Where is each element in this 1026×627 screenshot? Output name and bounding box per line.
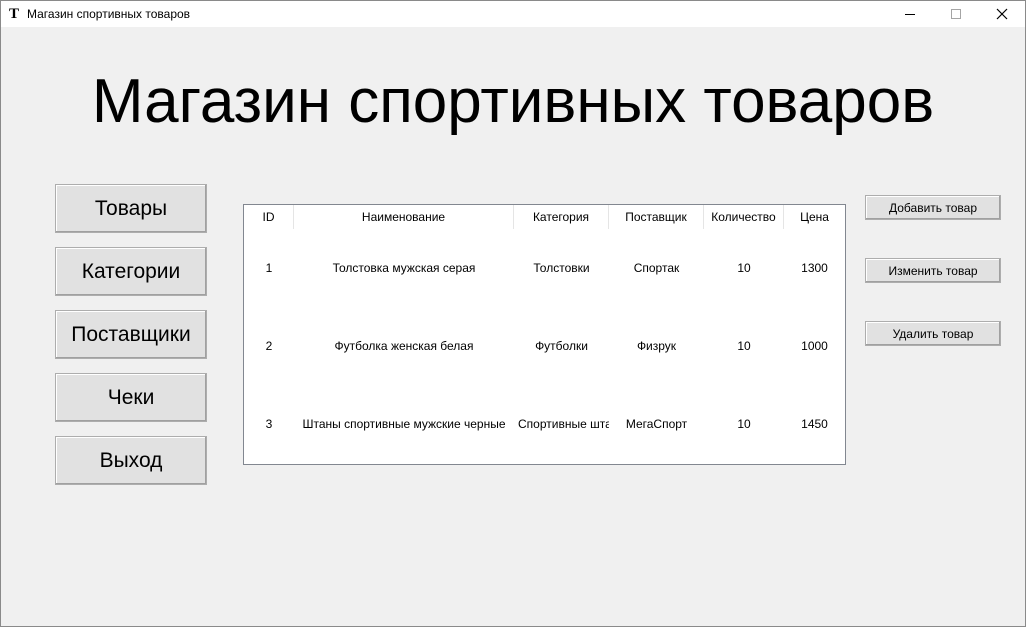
- minimize-icon: [905, 14, 915, 15]
- nav-button-products[interactable]: Товары: [55, 184, 207, 233]
- edit-product-button[interactable]: Изменить товар: [865, 258, 1001, 283]
- app-icon: T: [8, 5, 19, 22]
- cell-quantity: 10: [737, 417, 751, 431]
- column-header-price[interactable]: Цена: [784, 205, 845, 229]
- cell-price: 1000: [801, 339, 828, 353]
- window-controls: [887, 1, 1025, 27]
- maximize-button[interactable]: [933, 1, 979, 27]
- minimize-button[interactable]: [887, 1, 933, 27]
- cell-supplier: МегаСпорт: [625, 417, 688, 431]
- window-title: Магазин спортивных товаров: [27, 7, 191, 21]
- cell-name: Штаны спортивные мужские черные: [302, 417, 506, 431]
- close-button[interactable]: [979, 1, 1025, 27]
- nav-button-suppliers[interactable]: Поставщики: [55, 310, 207, 359]
- cell-category: Толстовки: [533, 261, 590, 275]
- title-bar[interactable]: T Магазин спортивных товаров: [1, 1, 1025, 27]
- add-product-button[interactable]: Добавить товар: [865, 195, 1001, 220]
- cell-id: 2: [265, 339, 273, 353]
- cell-category: Спортивные штаны: [518, 417, 609, 431]
- cell-price: 1300: [801, 261, 828, 275]
- table-row[interactable]: 3 Штаны спортивные мужские черные Спорти…: [244, 412, 845, 436]
- cell-id: 3: [265, 417, 273, 431]
- close-icon: [996, 8, 1008, 20]
- cell-supplier: Физрук: [636, 339, 677, 353]
- delete-product-button[interactable]: Удалить товар: [865, 321, 1001, 346]
- app-window: T Магазин спортивных товаров Магазин спо…: [0, 0, 1026, 627]
- cell-name: Футболка женская белая: [334, 339, 474, 353]
- table-row[interactable]: 2 Футболка женская белая Футболки Физрук…: [244, 334, 845, 358]
- nav-button-receipts[interactable]: Чеки: [55, 373, 207, 422]
- column-header-id[interactable]: ID: [244, 205, 294, 229]
- maximize-icon: [951, 9, 961, 19]
- cell-quantity: 10: [737, 261, 751, 275]
- products-table[interactable]: ID Наименование Категория Поставщик Коли…: [243, 204, 846, 465]
- nav-button-categories[interactable]: Категории: [55, 247, 207, 296]
- cell-name: Толстовка мужская серая: [332, 261, 476, 275]
- column-header-category[interactable]: Категория: [514, 205, 609, 229]
- column-header-supplier[interactable]: Поставщик: [609, 205, 704, 229]
- column-header-quantity[interactable]: Количество: [704, 205, 784, 229]
- table-header: ID Наименование Категория Поставщик Коли…: [244, 205, 845, 229]
- page-heading: Магазин спортивных товаров: [91, 67, 935, 136]
- cell-id: 1: [265, 261, 273, 275]
- nav-button-exit[interactable]: Выход: [55, 436, 207, 485]
- cell-supplier: Спортак: [633, 261, 680, 275]
- table-row[interactable]: 1 Толстовка мужская серая Толстовки Спор…: [244, 256, 845, 280]
- cell-category: Футболки: [535, 339, 588, 353]
- cell-quantity: 10: [737, 339, 751, 353]
- cell-price: 1450: [801, 417, 828, 431]
- column-header-name[interactable]: Наименование: [294, 205, 514, 229]
